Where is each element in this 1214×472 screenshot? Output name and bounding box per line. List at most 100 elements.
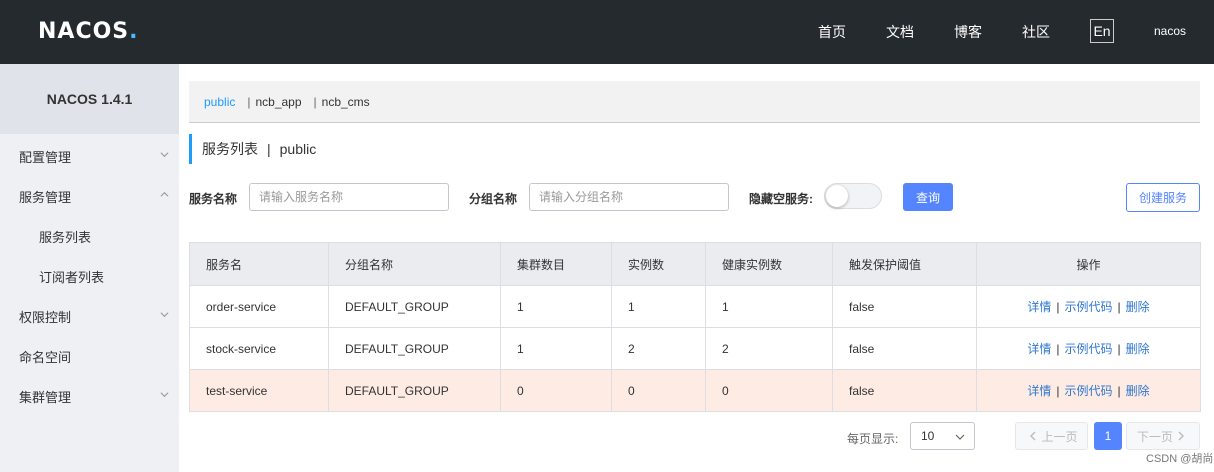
- action-separator: |: [1056, 342, 1060, 356]
- watermark: CSDN @胡尚: [1146, 453, 1214, 465]
- delete-link[interactable]: 删除: [1126, 300, 1150, 314]
- toggle-knob: [826, 185, 848, 207]
- namespace-ncb-cms[interactable]: ncb_cms: [322, 95, 370, 109]
- column-header: 操作: [976, 242, 1201, 286]
- table-row: stock-service DEFAULT_GROUP 1 2 2 false …: [189, 327, 1201, 370]
- sidebar-item-label: 服务管理: [19, 189, 72, 205]
- cell-service-name: order-service: [189, 285, 329, 328]
- cell-cluster-count: 1: [500, 285, 612, 328]
- table-header-row: 服务名 分组名称 集群数目 实例数 健康实例数 触发保护阈值 操作: [189, 242, 1201, 286]
- detail-link[interactable]: 详情: [1027, 300, 1051, 314]
- sidebar-item-cluster[interactable]: 集群管理: [0, 376, 179, 416]
- username[interactable]: nacos: [1154, 24, 1186, 38]
- next-page-button[interactable]: 下一页: [1126, 422, 1200, 450]
- sidebar-item-auth[interactable]: 权限控制: [0, 296, 179, 336]
- prev-page-label: 上一页: [1041, 429, 1078, 444]
- action-separator: |: [1117, 300, 1121, 314]
- sidebar: NACOS 1.4.1 配置管理 服务管理 服务列表 订阅者列表 权限控制 命名…: [0, 64, 179, 472]
- sidebar-item-label: 订阅者列表: [39, 269, 105, 285]
- cell-healthy-count: 2: [705, 327, 833, 370]
- column-header: 触发保护阈值: [832, 242, 977, 286]
- cell-group-name: DEFAULT_GROUP: [328, 327, 501, 370]
- detail-link[interactable]: 详情: [1027, 384, 1051, 398]
- table-row: test-service DEFAULT_GROUP 0 0 0 false 详…: [189, 369, 1201, 412]
- cell-group-name: DEFAULT_GROUP: [328, 369, 501, 412]
- table-row: order-service DEFAULT_GROUP 1 1 1 false …: [189, 285, 1201, 328]
- delete-link[interactable]: 删除: [1126, 384, 1150, 398]
- sidebar-item-service-list[interactable]: 服务列表: [0, 216, 179, 256]
- sidebar-item-namespace[interactable]: 命名空间: [0, 336, 179, 376]
- query-button[interactable]: 查询: [903, 183, 953, 211]
- column-header: 实例数: [611, 242, 706, 286]
- hide-empty-toggle[interactable]: [824, 183, 882, 209]
- cell-threshold: false: [832, 369, 977, 412]
- cell-instance-count: 0: [611, 369, 706, 412]
- sidebar-item-config[interactable]: 配置管理: [0, 136, 179, 176]
- prev-page-button[interactable]: 上一页: [1015, 422, 1088, 450]
- action-separator: |: [1056, 300, 1060, 314]
- column-header: 服务名: [189, 242, 329, 286]
- next-page-label: 下一页: [1136, 429, 1173, 444]
- cell-actions: 详情 | 示例代码 | 删除: [976, 327, 1201, 370]
- delete-link[interactable]: 删除: [1126, 342, 1150, 356]
- sidebar-title: NACOS 1.4.1: [0, 64, 179, 134]
- nav-docs[interactable]: 文档: [886, 22, 914, 42]
- service-name-label: 服务名称: [189, 192, 238, 206]
- sample-code-link[interactable]: 示例代码: [1064, 300, 1112, 314]
- chevron-up-icon: [160, 190, 169, 199]
- page-title-text: 服务列表: [202, 141, 258, 157]
- page-title-separator: |: [267, 141, 271, 157]
- group-name-input[interactable]: [529, 183, 729, 211]
- service-table: 服务名 分组名称 集群数目 实例数 健康实例数 触发保护阈值 操作 order-…: [189, 242, 1201, 412]
- cell-healthy-count: 0: [705, 369, 833, 412]
- sidebar-item-label: 配置管理: [19, 149, 72, 165]
- cell-threshold: false: [832, 285, 977, 328]
- language-switch[interactable]: En: [1090, 19, 1114, 43]
- action-separator: |: [1117, 342, 1121, 356]
- cell-cluster-count: 0: [500, 369, 612, 412]
- hide-empty-label: 隐藏空服务:: [749, 192, 813, 206]
- page-size-select[interactable]: 10: [910, 422, 975, 450]
- namespace-separator: |: [313, 94, 317, 109]
- top-navbar: NACOS. 首页 文档 博客 社区 En nacos: [0, 0, 1214, 64]
- nav-blog[interactable]: 博客: [954, 22, 982, 42]
- logo-text: NACOS: [38, 18, 130, 44]
- nav-community[interactable]: 社区: [1022, 22, 1050, 42]
- cell-instance-count: 2: [611, 327, 706, 370]
- cell-actions: 详情 | 示例代码 | 删除: [976, 369, 1201, 412]
- sample-code-link[interactable]: 示例代码: [1064, 384, 1112, 398]
- namespace-ncb-app[interactable]: ncb_app: [255, 95, 301, 109]
- chevron-right-icon: [1178, 431, 1184, 441]
- cell-cluster-count: 1: [500, 327, 612, 370]
- namespace-separator: |: [247, 94, 251, 109]
- cell-service-name: stock-service: [189, 327, 329, 370]
- detail-link[interactable]: 详情: [1027, 342, 1051, 356]
- page-size-label: 每页显示:: [847, 432, 899, 446]
- page-size-value: 10: [921, 429, 935, 443]
- sidebar-item-label: 权限控制: [19, 309, 72, 325]
- action-separator: |: [1056, 384, 1060, 398]
- nacos-logo[interactable]: NACOS.: [38, 18, 139, 44]
- create-service-button[interactable]: 创建服务: [1126, 183, 1200, 212]
- cell-threshold: false: [832, 327, 977, 370]
- cell-service-name: test-service: [189, 369, 329, 412]
- sidebar-item-label: 命名空间: [19, 349, 72, 365]
- cell-actions: 详情 | 示例代码 | 删除: [976, 285, 1201, 328]
- namespace-public[interactable]: public: [204, 95, 235, 109]
- cell-instance-count: 1: [611, 285, 706, 328]
- cell-group-name: DEFAULT_GROUP: [328, 285, 501, 328]
- service-name-input[interactable]: [249, 183, 449, 211]
- sidebar-item-label: 服务列表: [39, 229, 92, 245]
- nav-home[interactable]: 首页: [818, 22, 846, 42]
- cell-healthy-count: 1: [705, 285, 833, 328]
- page-title-namespace: public: [279, 141, 317, 157]
- column-header: 集群数目: [500, 242, 612, 286]
- sidebar-item-service[interactable]: 服务管理: [0, 176, 179, 216]
- page-number-current[interactable]: 1: [1094, 422, 1122, 450]
- action-separator: |: [1117, 384, 1121, 398]
- sidebar-item-subscribers[interactable]: 订阅者列表: [0, 256, 179, 296]
- column-header: 健康实例数: [705, 242, 833, 286]
- chevron-down-icon: [160, 310, 169, 319]
- sample-code-link[interactable]: 示例代码: [1064, 342, 1112, 356]
- chevron-down-icon: [160, 390, 169, 399]
